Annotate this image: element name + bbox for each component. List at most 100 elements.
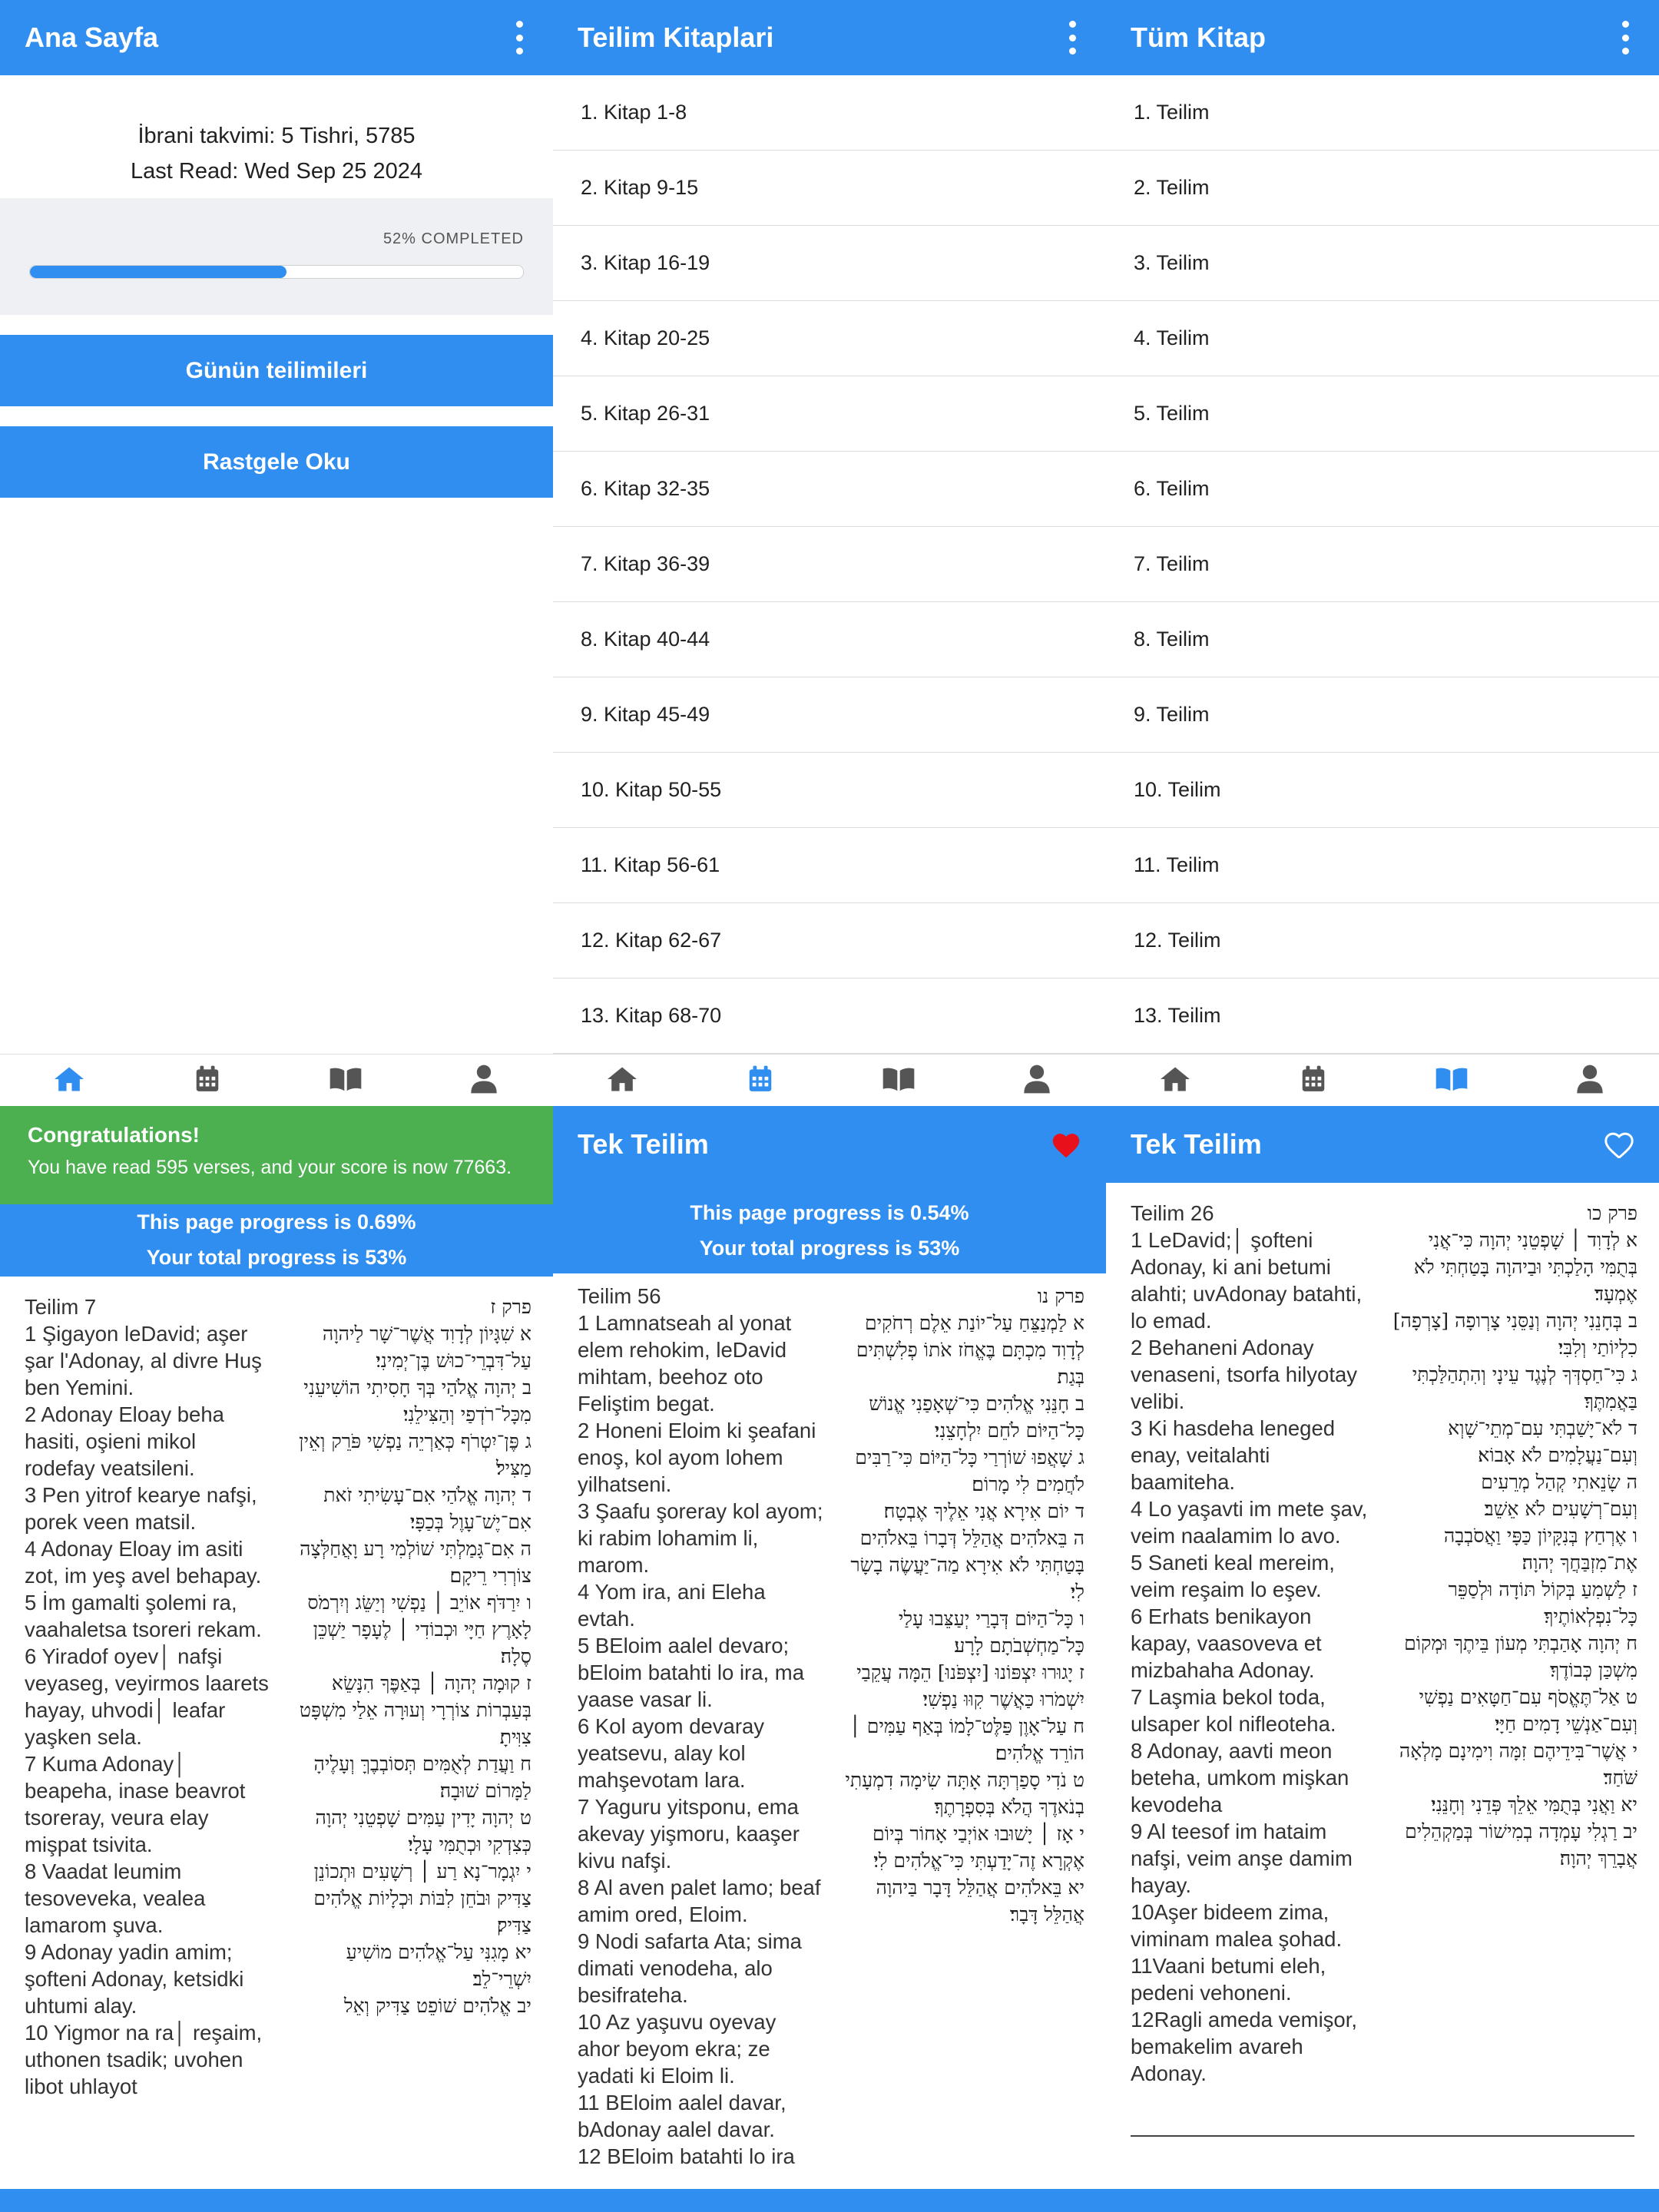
book-item[interactable]: 10. Kitap 50-55 [553, 753, 1106, 828]
verse-line: ב יְהוָה אֱלֹהַי בְּךָ חָסִיתִי הוֹשִׁיע… [303, 1376, 531, 1426]
book-icon [882, 1065, 916, 1097]
nav-tab-home[interactable] [1106, 1055, 1244, 1106]
verse-line: 8 Adonay, aavti meon beteha, umkom mişka… [1131, 1739, 1349, 1816]
psalm-item[interactable]: 10. Teilim [1106, 753, 1659, 828]
more-menu-icon[interactable] [510, 21, 528, 55]
random-read-button[interactable]: Rastgele Oku [0, 426, 553, 498]
verse-line: 5 Saneti keal mereim, veim reşaim lo eşe… [1131, 1551, 1335, 1601]
book-item[interactable]: 11. Kitap 56-61 [553, 828, 1106, 903]
nav-tab-person[interactable] [968, 1055, 1106, 1106]
psalm-item[interactable]: 1. Teilim [1106, 75, 1659, 151]
page-title: Ana Sayfa [25, 22, 159, 53]
hebrew-date: İbrani takvimi: 5 Tishri, 5785 [137, 124, 416, 148]
verse-line: יא מָגִנִּי עַל־אֱלֹהִים מוֹשִׁיעַ יִשְׁ… [346, 1941, 531, 1990]
nav-tab-calendar[interactable] [1244, 1055, 1382, 1106]
verse-line: ו יִרַדֹּף אוֹיֵב │ נַפְשִׁי וְיַשֵּׂג ו… [307, 1591, 531, 1667]
last-read: Last Read: Wed Sep 25 2024 [131, 159, 422, 184]
total-progress: Your total progress is 53% [146, 1246, 407, 1269]
calendar-icon [1300, 1065, 1327, 1098]
verse-line: י אֲשֶׁר־בִּידֵיהֶם זִמָּה וִימִינָם מָל… [1399, 1740, 1637, 1789]
verse-line: 9 Nodi safarta Ata; sima dimati venodeha… [578, 1929, 802, 2007]
psalm-item[interactable]: 3. Teilim [1106, 226, 1659, 301]
nav-tab-calendar[interactable] [691, 1055, 830, 1106]
app-bar: Ana Sayfa [0, 0, 553, 75]
verse-line: ג כִּי־חַסְדְּךָ לְנֶגֶד עֵינָי וְהִתְהַ… [1412, 1363, 1637, 1412]
total-progress: Your total progress is 53% [699, 1237, 960, 1260]
transliteration-column: Teilim 56 1 Lamnatseah al yonat elem reho… [578, 1283, 824, 2170]
page-title: Tek Teilim [578, 1128, 709, 1160]
book-item[interactable]: 2. Kitap 9-15 [553, 151, 1106, 226]
verse-line: ט נֹדִי סָפַרְתָּה אָתָּה שִׂימָה דִמְעָ… [845, 1769, 1084, 1818]
nav-tab-book[interactable] [830, 1055, 968, 1106]
congrats-snackbar: Congratulations! You have read 595 verse… [0, 1106, 553, 1204]
book-item[interactable]: 7. Kitap 36-39 [553, 527, 1106, 602]
verse-line: ח וַעֲדַת לְאֻמִּים תְּסוֹבְבֶךָּ וְעָלֶ… [313, 1753, 531, 1802]
app-bar: Tüm Kitap [1106, 0, 1659, 75]
psalm-item[interactable]: 9. Teilim [1106, 677, 1659, 753]
nav-tab-person[interactable] [415, 1055, 553, 1106]
psalm-item[interactable]: 7. Teilim [1106, 527, 1659, 602]
verse-line: 3 Şaafu şoreray kol ayom; ki rabim loham… [578, 1499, 823, 1577]
nav-tab-book[interactable] [276, 1055, 415, 1106]
nav-tab-calendar[interactable] [138, 1055, 276, 1106]
bottom-button-strip[interactable] [553, 2189, 1106, 2212]
book-item[interactable]: 4. Kitap 20-25 [553, 301, 1106, 376]
home-screen: Ana Sayfa İbrani takvimi: 5 Tishri, 5785… [0, 0, 553, 1106]
divider [1131, 2135, 1634, 2137]
psalm-heading: Teilim 7 [25, 1295, 97, 1319]
psalm-item[interactable]: 12. Teilim [1106, 903, 1659, 979]
book-item[interactable]: 12. Kitap 62-67 [553, 903, 1106, 979]
book-item[interactable]: 9. Kitap 45-49 [553, 677, 1106, 753]
verse-line: י אָז │ יָשׁוּבוּ אוֹיְבַי אָחוֹר בְּיוֹ… [873, 1823, 1084, 1872]
person-icon [1575, 1064, 1604, 1098]
book-item[interactable]: 6. Kitap 32-35 [553, 452, 1106, 527]
app-bar: Tek Teilim [553, 1106, 1106, 1183]
home-icon [53, 1065, 85, 1098]
book-item[interactable]: 3. Kitap 16-19 [553, 226, 1106, 301]
verse-line: 4 Yom ira, ani Eleha evtah. [578, 1580, 766, 1631]
book-icon [329, 1065, 363, 1097]
more-menu-icon[interactable] [1063, 21, 1081, 55]
psalm-item[interactable]: 11. Teilim [1106, 828, 1659, 903]
home-icon [606, 1065, 638, 1098]
psalm-item[interactable]: 2. Teilim [1106, 151, 1659, 226]
book-item[interactable]: 8. Kitap 40-44 [553, 602, 1106, 677]
psalm-item[interactable]: 6. Teilim [1106, 452, 1659, 527]
psalm-heading: פרק ז [490, 1296, 531, 1318]
verse-line: 8 Al aven palet lamo; beaf amim ored, El… [578, 1876, 821, 1926]
psalm-item[interactable]: 5. Teilim [1106, 376, 1659, 452]
psalm-item[interactable]: 13. Teilim [1106, 979, 1659, 1054]
books-screen: Teilim Kitaplari 1. Kitap 1-8 2. Kitap 9… [553, 0, 1106, 1106]
book-item[interactable]: 5. Kitap 26-31 [553, 376, 1106, 452]
reader-screen-56: Tek Teilim This page progress is 0.54% Y… [553, 1106, 1106, 2212]
more-menu-icon[interactable] [1616, 21, 1634, 55]
nav-tab-home[interactable] [553, 1055, 691, 1106]
hebrew-column: פרק נו א לַמְנַצֵּחַ עַל־יוֹנַת אֵלֶם רְח… [838, 1283, 1084, 2170]
bottom-button-strip[interactable] [1106, 2189, 1659, 2212]
psalm-list: 1. Teilim 2. Teilim 3. Teilim 4. Teilim … [1106, 75, 1659, 1054]
app-bar: Teilim Kitaplari [553, 0, 1106, 75]
verse-line: 3 Ki hasdeha leneged enay, veitalahti ba… [1131, 1416, 1336, 1494]
verse-line: ז יָגוּרוּ יִצְפּוֹנוּ [יִצְפֹּנוּ] הֵמָ… [856, 1661, 1084, 1710]
favorite-heart-icon[interactable] [1051, 1131, 1081, 1158]
verse-line: 4 Lo yaşavti im mete şav, veim naalamim … [1131, 1497, 1368, 1548]
all-psalms-screen: Tüm Kitap 1. Teilim 2. Teilim 3. Teilim … [1106, 0, 1659, 1106]
verse-line: ח יְהוָה אָהַבְתִּי מְעוֹן בֵּיתֶךָ וּמְ… [1404, 1632, 1637, 1681]
psalm-item[interactable]: 4. Teilim [1106, 301, 1659, 376]
verse-line: יב רַגְלִי עָמְדָה בְמִישׁוֹר בְּמַקְהֵל… [1405, 1820, 1637, 1869]
verse-line: 4 Adonay Eloay im asiti zot, im yeş avel… [25, 1537, 262, 1588]
book-item[interactable]: 13. Kitap 68-70 [553, 979, 1106, 1054]
favorite-heart-outline-icon[interactable] [1604, 1131, 1634, 1158]
page-title: Teilim Kitaplari [578, 22, 774, 53]
verse-line: ד יוֹם אִירָא אֲנִי אֵלֶיךָ אֶבְטָח׃ [883, 1500, 1084, 1522]
book-item[interactable]: 1. Kitap 1-8 [553, 75, 1106, 151]
psalm-item[interactable]: 8. Teilim [1106, 602, 1659, 677]
daily-psalms-button[interactable]: Günün teilimileri [0, 335, 553, 406]
nav-tab-person[interactable] [1521, 1055, 1659, 1106]
nav-tab-home[interactable] [0, 1055, 138, 1106]
book-icon [1435, 1065, 1469, 1097]
bottom-button-strip[interactable] [0, 2189, 553, 2212]
hebrew-column: פרק ז א שִׁגָּיוֹן לְדָוִד אֲשֶׁר־שָׁר לַ… [285, 1293, 531, 2100]
nav-tab-book[interactable] [1382, 1055, 1521, 1106]
verse-line: 5 BEloim aalel devaro; bEloim batahti lo… [578, 1634, 804, 1711]
